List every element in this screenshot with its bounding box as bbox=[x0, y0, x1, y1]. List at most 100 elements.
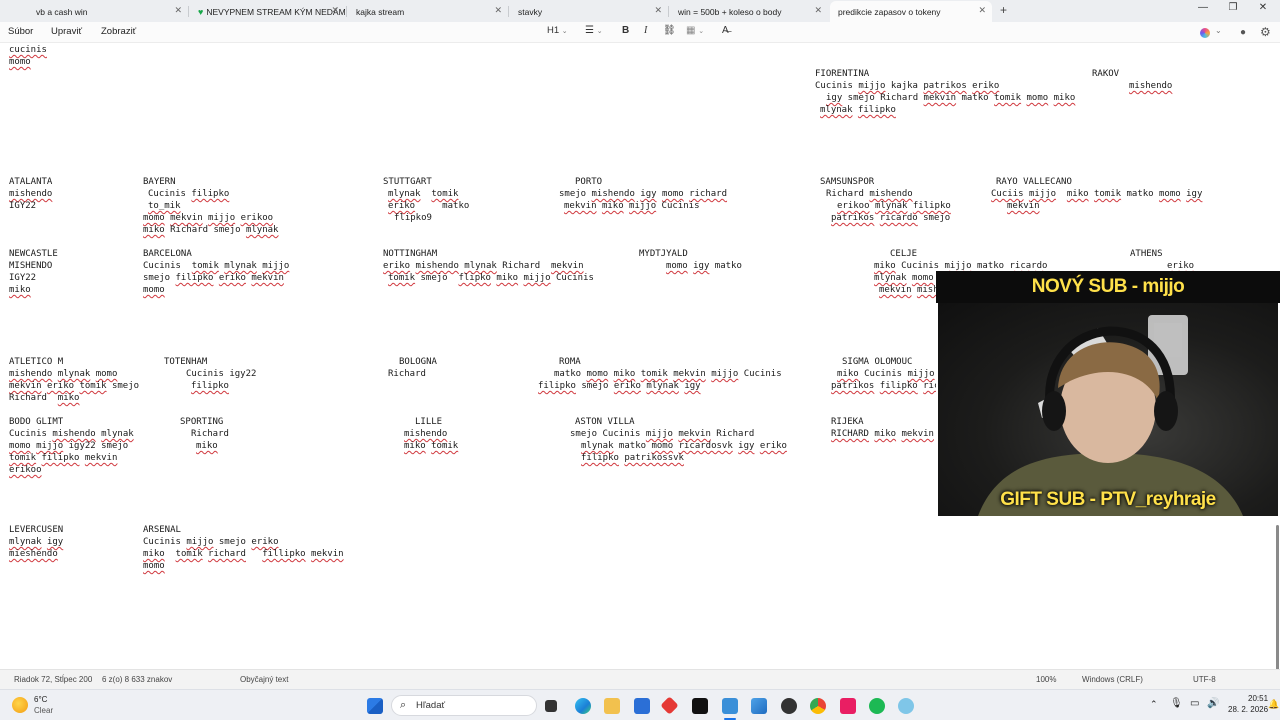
taskbar-search[interactable]: ⌕ Hľadať bbox=[391, 695, 537, 716]
text-line[interactable]: Cucinis tomik mlynak mijjo bbox=[143, 260, 289, 272]
text-line[interactable]: ROMA bbox=[559, 356, 581, 368]
text-line[interactable]: RICHARD miko mekvin bbox=[831, 428, 934, 440]
text-line[interactable]: igy smejo Richard mekvin matko tomik mom… bbox=[826, 92, 1075, 104]
text-line[interactable]: patrikos ricardo smejo bbox=[831, 212, 950, 224]
list-dropdown[interactable]: ☰ ⌄ bbox=[585, 25, 603, 36]
text-line[interactable]: mlynak igy bbox=[9, 536, 63, 548]
store-icon[interactable] bbox=[634, 698, 650, 714]
text-line[interactable]: eriko mishendo mlynak Richard mekvin bbox=[383, 260, 584, 272]
photos-icon[interactable] bbox=[751, 698, 767, 714]
text-line[interactable]: filipko bbox=[191, 380, 229, 392]
text-line[interactable]: Richard bbox=[191, 428, 229, 440]
text-line[interactable]: mekvin bbox=[1007, 200, 1040, 212]
text-line[interactable]: MISHENDO bbox=[9, 260, 52, 272]
text-line[interactable]: SAMSUNSPOR bbox=[820, 176, 874, 188]
notifications-icon[interactable]: 🔔 bbox=[1268, 699, 1279, 710]
text-line[interactable]: BOLOGNA bbox=[399, 356, 437, 368]
close-icon[interactable]: ✕ bbox=[331, 5, 339, 16]
text-line[interactable]: smejo filipko eriko mekvin bbox=[143, 272, 284, 284]
tiktok-live-icon[interactable] bbox=[840, 698, 856, 714]
text-line[interactable]: BARCELONA bbox=[143, 248, 192, 260]
text-line[interactable]: Richard bbox=[388, 368, 426, 380]
tab-win-500b[interactable]: win = 500b + koleso o body ✕ bbox=[670, 1, 828, 22]
italic-button[interactable]: I bbox=[644, 25, 647, 36]
text-line[interactable]: miko Richard smejo mlynak bbox=[143, 224, 278, 236]
close-window-button[interactable]: ✕ bbox=[1248, 2, 1278, 13]
text-line[interactable]: matko momo miko tomik mekvin mijjo Cucin… bbox=[554, 368, 782, 380]
text-line[interactable]: IGY22 bbox=[9, 200, 36, 212]
text-line[interactable]: smejo mishendo igy momo richard bbox=[559, 188, 727, 200]
text-line[interactable]: RAYO VALLECANO bbox=[996, 176, 1072, 188]
clock-date[interactable]: 28. 2. 2026 bbox=[1228, 705, 1268, 714]
text-line[interactable]: erikoo bbox=[9, 464, 42, 476]
app-red-icon[interactable] bbox=[660, 696, 679, 715]
text-line[interactable]: ATHENS bbox=[1130, 248, 1163, 260]
close-icon[interactable]: ✕ bbox=[174, 5, 182, 16]
text-line[interactable]: NOTTINGHAM bbox=[383, 248, 437, 260]
text-line[interactable]: momo igy matko bbox=[666, 260, 742, 272]
text-line[interactable]: Richard miko bbox=[9, 392, 79, 404]
text-line[interactable]: BODO GLIMT bbox=[9, 416, 63, 428]
text-line[interactable]: mishendo mlynak momo bbox=[9, 368, 117, 380]
text-line[interactable]: NEWCASTLE bbox=[9, 248, 58, 260]
text-line[interactable]: RIJEKA bbox=[831, 416, 864, 428]
weather-icon[interactable] bbox=[12, 697, 28, 713]
menu-view[interactable]: Zobraziť bbox=[101, 26, 136, 37]
text-line[interactable]: LILLE bbox=[415, 416, 442, 428]
text-line[interactable]: mekvin miko mijjo Cucinis bbox=[564, 200, 700, 212]
microphone-icon[interactable]: 🎙 bbox=[1170, 698, 1183, 709]
text-line[interactable]: miko tomik richard fillipko mekvin bbox=[143, 548, 344, 560]
text-line[interactable]: Cucinis mijjo smejo eriko bbox=[143, 536, 278, 548]
encoding[interactable]: UTF-8 bbox=[1193, 675, 1216, 684]
tab-stavky[interactable]: stavky ✕ bbox=[510, 1, 668, 22]
menu-edit[interactable]: Upraviť bbox=[51, 26, 82, 37]
text-line[interactable]: TOTENHAM bbox=[164, 356, 207, 368]
clear-formatting-button[interactable]: A̶ bbox=[722, 25, 729, 36]
text-line[interactable]: SPORTING bbox=[180, 416, 223, 428]
text-line[interactable]: IGY22 bbox=[9, 272, 36, 284]
close-icon[interactable]: ✕ bbox=[494, 5, 502, 16]
text-line[interactable]: MYDTJYALD bbox=[639, 248, 688, 260]
account-icon[interactable]: ● bbox=[1240, 27, 1246, 38]
line-ending[interactable]: Windows (CRLF) bbox=[1082, 675, 1143, 684]
text-line[interactable]: momo bbox=[143, 284, 165, 296]
text-line[interactable]: mieshendo bbox=[9, 548, 58, 560]
text-line[interactable]: ARSENAL bbox=[143, 524, 181, 536]
heading-dropdown[interactable]: H1 ⌄ bbox=[547, 25, 568, 36]
clock-time[interactable]: 20:51 bbox=[1248, 694, 1268, 703]
text-line[interactable]: mlynak matko momo ricardosvk igy eriko bbox=[581, 440, 787, 452]
text-line[interactable]: ATLETICO M bbox=[9, 356, 63, 368]
text-line[interactable]: smejo Cucinis mijjo mekvin Richard bbox=[570, 428, 754, 440]
network-icon[interactable]: ▭ bbox=[1190, 698, 1199, 709]
bold-button[interactable]: B bbox=[622, 25, 629, 36]
tab-vb-a-cash[interactable]: vb a cash win ✕ bbox=[28, 1, 188, 22]
text-line[interactable]: mishendo bbox=[404, 428, 447, 440]
close-icon[interactable]: ✕ bbox=[978, 5, 986, 16]
table-dropdown[interactable]: ▦ ⌄ bbox=[686, 25, 704, 36]
start-icon[interactable] bbox=[367, 698, 383, 714]
text-line[interactable]: mlynak momo bbox=[874, 272, 934, 284]
chevron-down-icon[interactable]: ⌄ bbox=[1215, 26, 1222, 35]
chrome-icon[interactable] bbox=[810, 698, 826, 714]
text-line[interactable]: RAKOV bbox=[1092, 68, 1119, 80]
text-line[interactable]: CELJE bbox=[890, 248, 917, 260]
text-line[interactable]: filipko smejo eriko mlynak igy bbox=[538, 380, 701, 392]
spotify-icon[interactable] bbox=[869, 698, 885, 714]
text-line[interactable]: ASTON VILLA bbox=[575, 416, 635, 428]
text-line[interactable]: Cuciis mijjo miko tomik matko momo igy bbox=[991, 188, 1202, 200]
text-line[interactable]: mishendo bbox=[1129, 80, 1172, 92]
text-line[interactable]: STUTTGART bbox=[383, 176, 432, 188]
text-line[interactable]: Cucinis filipko bbox=[148, 188, 229, 200]
text-line[interactable]: flipko9 bbox=[394, 212, 432, 224]
tab-kajka-stream[interactable]: kajka stream ✕ bbox=[348, 1, 508, 22]
text-line[interactable]: BAYERN bbox=[143, 176, 176, 188]
text-line[interactable]: momo bbox=[143, 560, 165, 572]
edge-icon[interactable] bbox=[575, 698, 591, 714]
text-line[interactable]: erikoo mlynak filipko bbox=[837, 200, 951, 212]
text-line[interactable]: SIGMA OLOMOUC bbox=[842, 356, 912, 368]
vpn-icon[interactable] bbox=[898, 698, 914, 714]
show-hidden-icons[interactable]: ⌃ bbox=[1150, 699, 1158, 710]
minimize-button[interactable]: — bbox=[1188, 2, 1218, 13]
tiktok-icon[interactable] bbox=[692, 698, 708, 714]
text-line[interactable]: Cucinis mishendo mlynak bbox=[9, 428, 134, 440]
